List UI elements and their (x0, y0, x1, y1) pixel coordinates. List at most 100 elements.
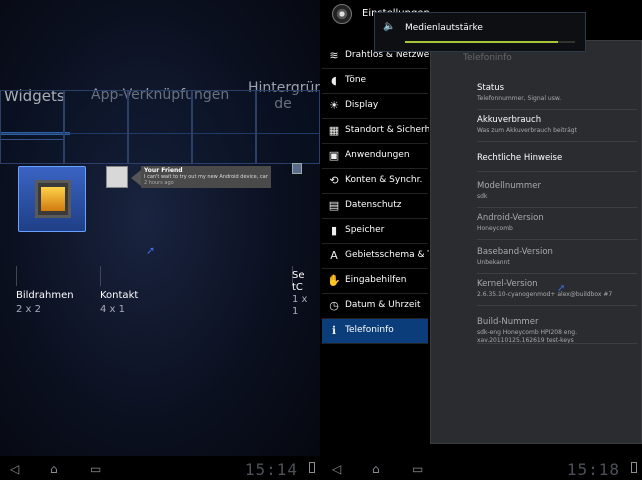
homescreen-slot[interactable] (64, 90, 128, 164)
volume-dialog[interactable]: 🔈 Medienlautstärke (374, 12, 586, 52)
info-row-title: Akkuverbrauch (477, 115, 542, 125)
info-row-title: Build-Nummer (477, 317, 539, 327)
home-icon[interactable]: ⌂ (50, 462, 58, 476)
privacy-icon: ▤ (328, 199, 340, 212)
sidebar-item[interactable]: ▦ Standort & Sicherheit (322, 119, 429, 144)
sidebar-item-label: Speicher (345, 225, 385, 235)
info-row[interactable]: Rechtliche Hinweise (477, 153, 641, 163)
sidebar-item[interactable]: ✋ Eingabehilfen (322, 269, 428, 294)
contact-name: Your Friend (144, 167, 183, 174)
info-separator (477, 239, 637, 240)
picture-frame-widget-preview[interactable] (18, 166, 86, 232)
system-bar: ◁ ⌂ ▭ 15:18 (322, 456, 642, 480)
info-separator (477, 109, 637, 110)
homescreen-slot[interactable] (128, 90, 192, 164)
content-title: Telefoninfo (463, 53, 512, 63)
widget-name[interactable]: Se tC (292, 270, 312, 294)
sidebar-item-label: Datum & Uhrzeit (345, 300, 421, 310)
settings-widget-icon[interactable] (292, 163, 302, 174)
back-icon[interactable]: ◁ (332, 462, 341, 476)
info-separator (477, 207, 637, 208)
contact-status-bubble: Your Friend I can't wait to try out my n… (141, 166, 271, 188)
sidebar-item-label: Anwendungen (345, 150, 410, 160)
info-row-title: Modellnummer (477, 181, 541, 191)
wifi-icon: ≋ (329, 49, 339, 62)
battery-icon[interactable] (631, 462, 637, 473)
info-row-subtitle: Was zum Akkuverbrauch beiträgt (477, 127, 577, 134)
sidebar-item-label: Gebietsschema & Text (345, 250, 429, 260)
sidebar-item[interactable]: ℹ Telefoninfo (322, 319, 428, 344)
clock-icon: ◷ (329, 299, 339, 312)
accessibility-icon: ✋ (327, 274, 341, 287)
volume-slider-fill (405, 41, 558, 43)
info-separator (477, 273, 637, 274)
info-row-subtitle: Unbekannt (477, 259, 510, 266)
volume-slider[interactable] (405, 41, 575, 43)
sidebar-item-label: Eingabehilfen (345, 275, 407, 285)
widget-picker-panel: Widgets App-Verknüpfungen Hintergrün de … (0, 0, 320, 480)
recent-apps-icon[interactable]: ▭ (90, 462, 101, 476)
homescreen-slot[interactable] (192, 90, 256, 164)
settings-gear-icon (332, 4, 352, 24)
contact-widget-preview[interactable]: Your Friend I can't wait to try out my n… (106, 166, 272, 190)
sidebar-item[interactable]: ☀ Display (322, 94, 428, 119)
mouse-cursor-icon: ➚ (146, 244, 156, 257)
widget-name[interactable]: Kontakt (100, 290, 138, 301)
info-row-subtitle: Telefonnummer, Signal usw. (477, 95, 562, 102)
widget-size: 1 x 1 (292, 294, 308, 317)
info-separator (477, 141, 637, 142)
info-row-title: Baseband-Version (477, 247, 553, 257)
sidebar-item-label: Datenschutz (345, 200, 402, 210)
battery-icon[interactable] (309, 462, 315, 473)
sidebar-item-label: Töne (345, 75, 367, 85)
storage-icon: ▮ (330, 224, 338, 237)
sidebar-item-label: Standort & Sicherheit (345, 125, 429, 135)
apps-icon: ▣ (328, 149, 340, 162)
system-bar: ◁ ⌂ ▭ 15:14 (0, 456, 320, 480)
sidebar-item-label: Konten & Synchr. (345, 175, 423, 185)
picture-frame-icon (35, 180, 71, 218)
info-separator (477, 171, 637, 172)
sidebar-item[interactable]: ▤ Datenschutz (322, 194, 428, 219)
bubble-arrow-icon (131, 170, 141, 186)
display-icon: ☀ (329, 99, 339, 112)
sidebar-item[interactable]: ▣ Anwendungen (322, 144, 428, 169)
sidebar-item[interactable]: ⟲ Konten & Synchr. (322, 169, 428, 194)
widget-name[interactable]: Bildrahmen (16, 290, 74, 301)
sidebar-item-label: Telefoninfo (345, 325, 394, 335)
landscape-image-icon (41, 187, 65, 211)
info-row[interactable]: Status Telefonnummer, Signal usw. (477, 83, 641, 103)
info-separator (477, 305, 637, 306)
info-row: Build-Nummer sdk-eng Honeycomb HPI208 eng… (477, 317, 641, 345)
clock[interactable]: 15:14 (245, 460, 298, 479)
speaker-icon: 🔈 (383, 21, 396, 32)
recent-apps-icon[interactable]: ▭ (412, 462, 423, 476)
locale-icon: A (330, 249, 338, 262)
settings-panel: Einstellungen ≋Drahtlos & Netzwerke◖Töne… (322, 0, 642, 480)
column-divider (100, 266, 101, 286)
info-row: Modellnummer sdk (477, 181, 641, 201)
back-icon[interactable]: ◁ (10, 462, 19, 476)
sidebar-item[interactable]: ◖ Töne (322, 69, 428, 94)
info-icon: ℹ (331, 324, 337, 337)
info-row[interactable]: Akkuverbrauch Was zum Akkuverbrauch beitr… (477, 115, 641, 135)
homescreen-slot[interactable] (0, 90, 64, 164)
homescreen-slot[interactable] (256, 90, 320, 164)
info-row: Android-Version Honeycomb (477, 213, 641, 233)
home-icon[interactable]: ⌂ (372, 462, 380, 476)
info-row-title: Status (477, 83, 505, 93)
info-separator (477, 343, 637, 344)
info-row: Baseband-Version Unbekannt (477, 247, 641, 267)
clock[interactable]: 15:18 (567, 460, 620, 479)
sidebar-item[interactable]: ▮ Speicher (322, 219, 428, 244)
mouse-cursor-icon: ➚ (557, 283, 566, 294)
sync-icon: ⟲ (329, 174, 339, 187)
info-row-title: Rechtliche Hinweise (477, 153, 563, 163)
volume-label: Medienlautstärke (405, 23, 483, 33)
column-divider (16, 266, 17, 286)
sidebar-item[interactable]: A Gebietsschema & Text (322, 244, 429, 269)
sidebar-item[interactable]: ◷ Datum & Uhrzeit (322, 294, 428, 319)
sidebar-separator (322, 343, 428, 344)
grid-icon: ▦ (328, 124, 340, 137)
sidebar-item-label: Display (345, 100, 379, 110)
